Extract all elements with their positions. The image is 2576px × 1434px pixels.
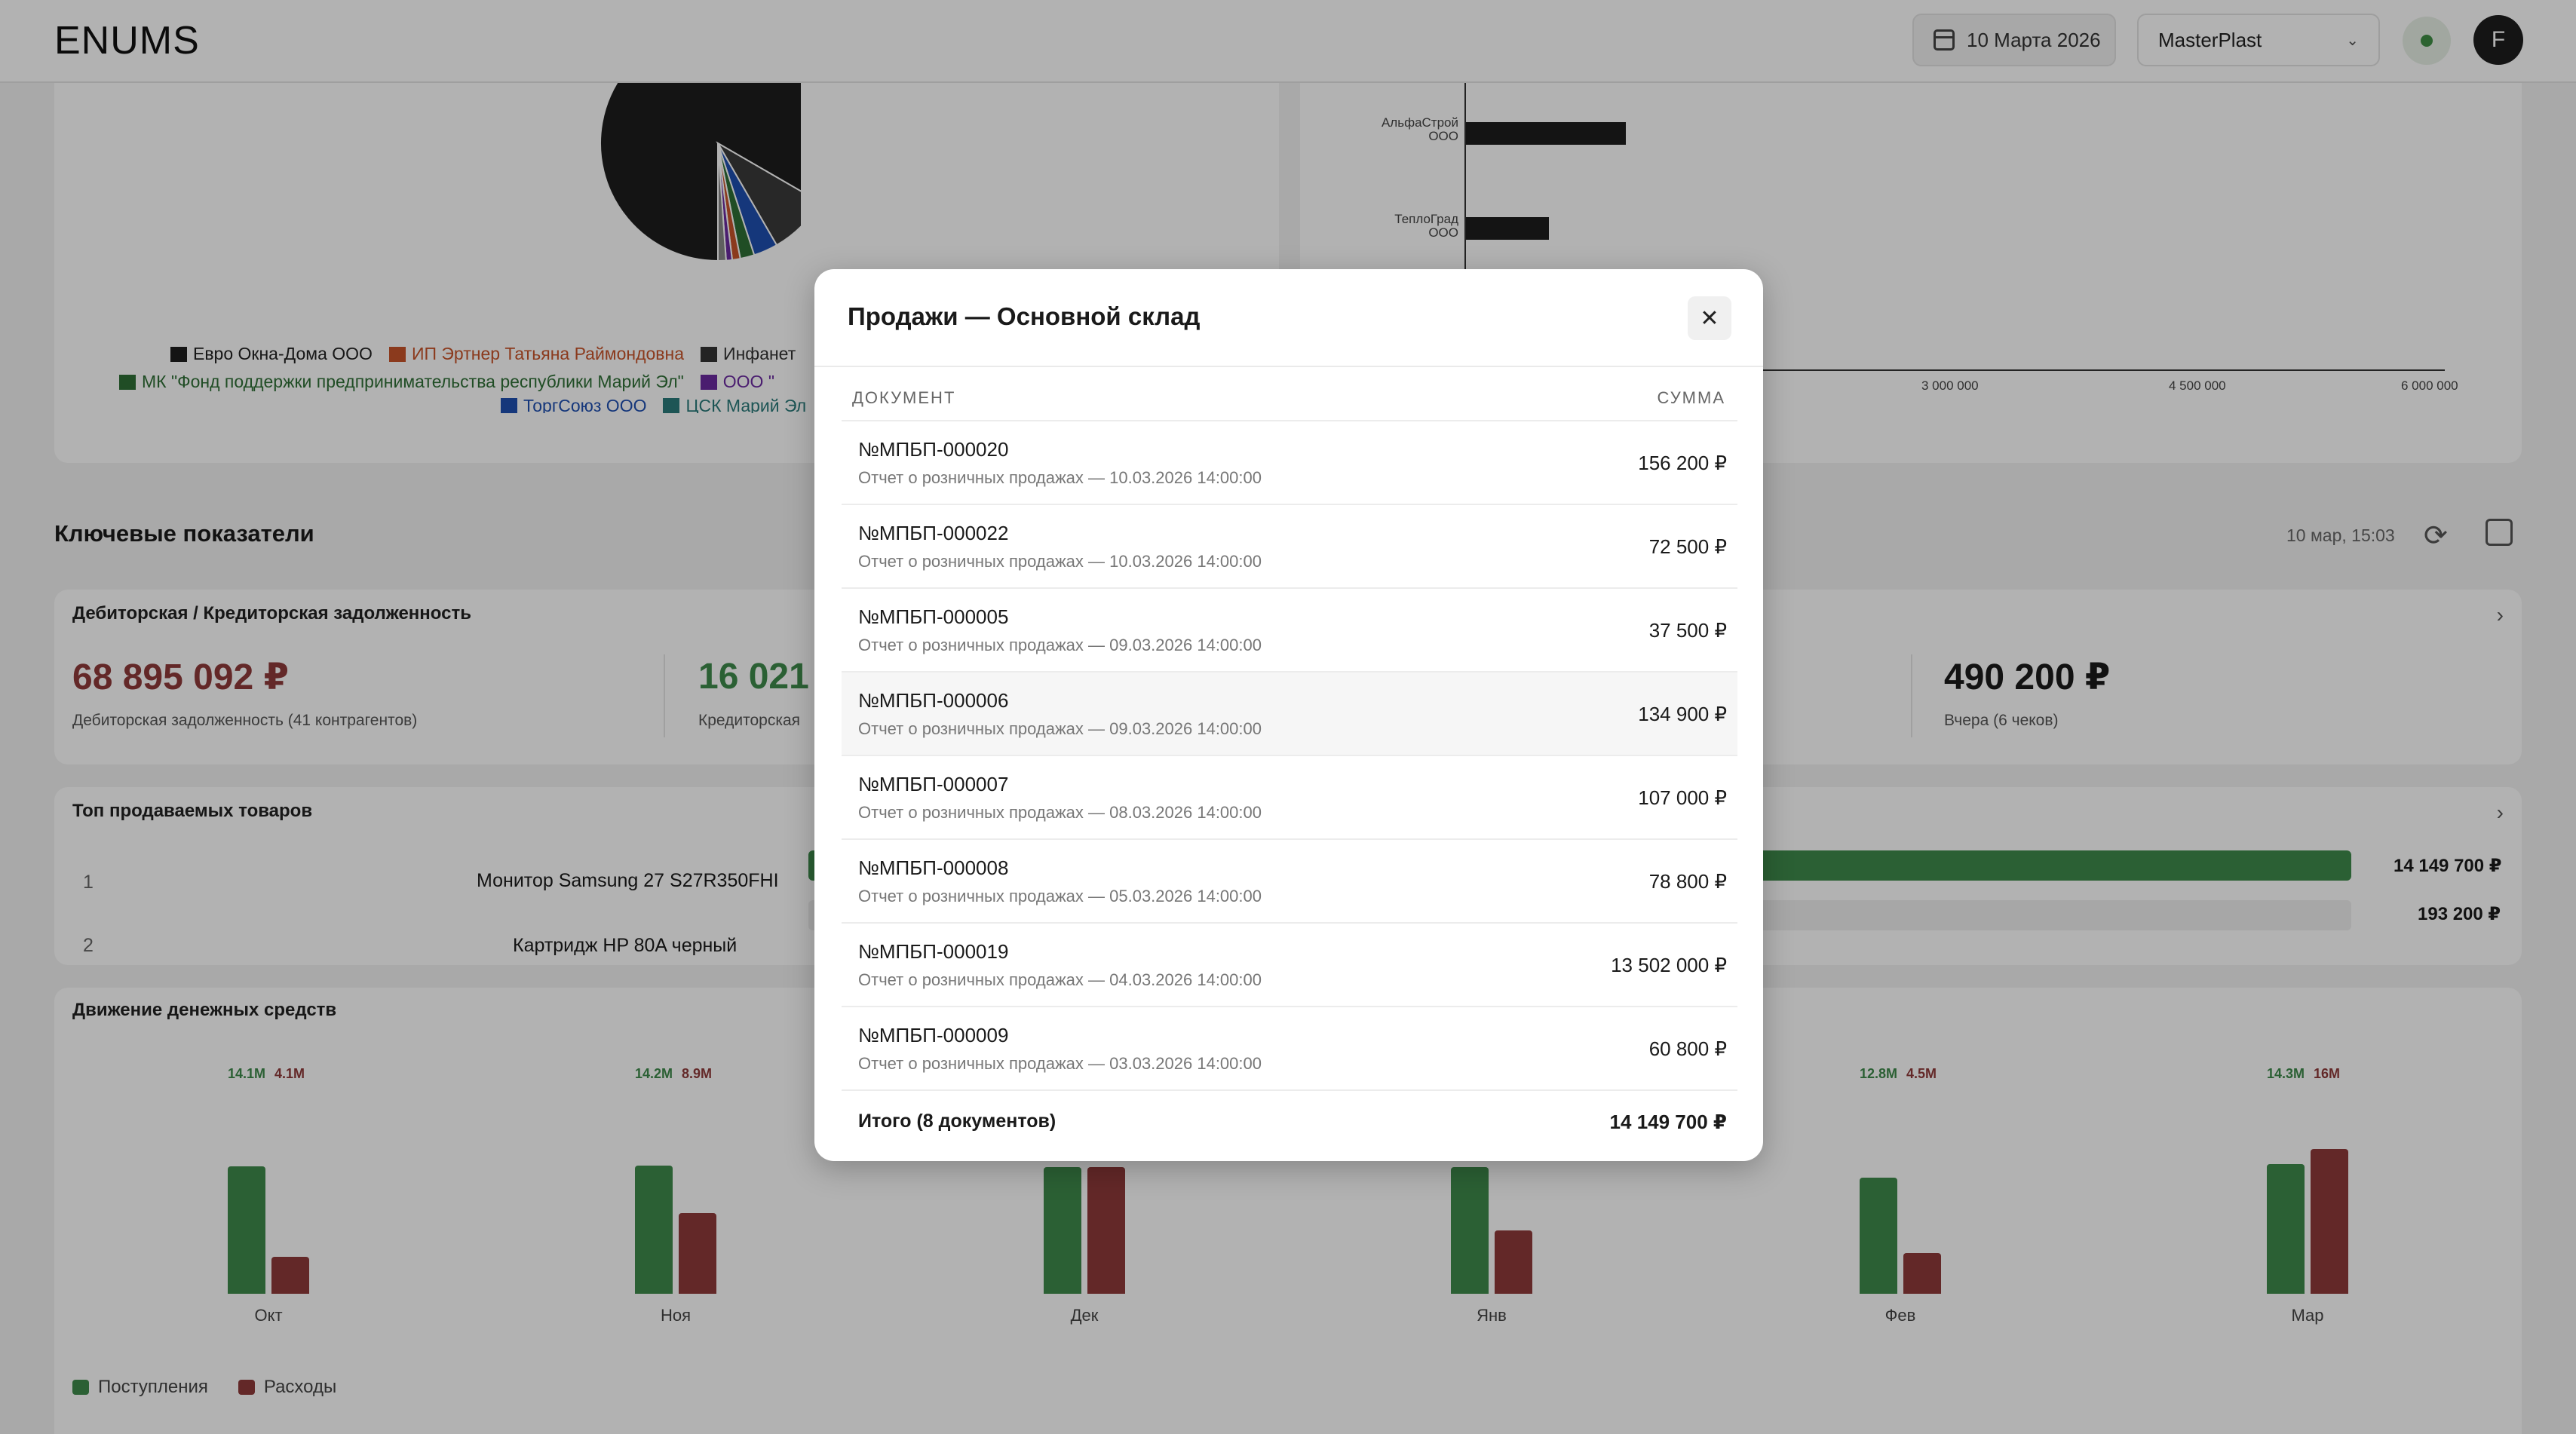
document-sum: 156 200 ₽ <box>1638 452 1727 474</box>
document-sum: 107 000 ₽ <box>1638 786 1727 809</box>
document-row[interactable]: №МПБП-000009 Отчет о розничных продажах —… <box>842 1006 1737 1089</box>
document-sum: 37 500 ₽ <box>1648 619 1727 642</box>
document-row[interactable]: №МПБП-000022 Отчет о розничных продажах —… <box>842 504 1737 587</box>
document-row[interactable]: №МПБП-000020 Отчет о розничных продажах —… <box>842 420 1737 504</box>
close-button[interactable]: ✕ <box>1688 296 1731 340</box>
document-description: Отчет о розничных продажах — 08.03.2026 … <box>858 803 1262 822</box>
document-sum: 72 500 ₽ <box>1648 535 1727 558</box>
total-label: Итого (8 документов) <box>858 1111 1056 1132</box>
document-sum: 60 800 ₽ <box>1648 1037 1727 1060</box>
document-row[interactable]: №МПБП-000006 Отчет о розничных продажах —… <box>842 671 1737 755</box>
document-description: Отчет о розничных продажах — 03.03.2026 … <box>858 1054 1262 1073</box>
document-description: Отчет о розничных продажах — 05.03.2026 … <box>858 887 1262 905</box>
document-description: Отчет о розничных продажах — 09.03.2026 … <box>858 719 1262 738</box>
document-sum: 78 800 ₽ <box>1648 870 1727 893</box>
document-row[interactable]: №МПБП-000008 Отчет о розничных продажах —… <box>842 838 1737 922</box>
document-row[interactable]: №МПБП-000019 Отчет о розничных продажах —… <box>842 922 1737 1006</box>
column-header-sum: СУММА <box>1657 388 1725 407</box>
sales-modal: Продажи — Основной склад ✕ ДОКУМЕНТ СУММ… <box>814 269 1763 1161</box>
document-row[interactable]: №МПБП-000007 Отчет о розничных продажах —… <box>842 755 1737 838</box>
total-row: Итого (8 документов) 14 149 700 ₽ <box>842 1089 1737 1150</box>
document-description: Отчет о розничных продажах — 10.03.2026 … <box>858 552 1262 571</box>
document-row[interactable]: №МПБП-000005 Отчет о розничных продажах —… <box>842 587 1737 671</box>
document-sum: 13 502 000 ₽ <box>1611 954 1727 976</box>
document-description: Отчет о розничных продажах — 09.03.2026 … <box>858 636 1262 654</box>
total-sum: 14 149 700 ₽ <box>1609 1111 1727 1133</box>
document-number: №МПБП-000006 <box>858 689 1009 712</box>
document-number: №МПБП-000008 <box>858 856 1009 879</box>
document-number: №МПБП-000019 <box>858 940 1009 963</box>
document-number: №МПБП-000005 <box>858 605 1009 628</box>
document-number: №МПБП-000022 <box>858 522 1009 544</box>
modal-title: Продажи — Основной склад <box>848 302 1201 330</box>
document-number: №МПБП-000020 <box>858 438 1009 461</box>
document-number: №МПБП-000009 <box>858 1024 1009 1046</box>
document-sum: 134 900 ₽ <box>1638 703 1727 725</box>
document-number: №МПБП-000007 <box>858 773 1009 795</box>
document-description: Отчет о розничных продажах — 10.03.2026 … <box>858 468 1262 487</box>
modal-header: Продажи — Основной склад ✕ <box>814 269 1763 367</box>
close-icon: ✕ <box>1700 305 1719 331</box>
document-description: Отчет о розничных продажах — 04.03.2026 … <box>858 970 1262 989</box>
column-header-document: ДОКУМЕНТ <box>852 388 956 407</box>
